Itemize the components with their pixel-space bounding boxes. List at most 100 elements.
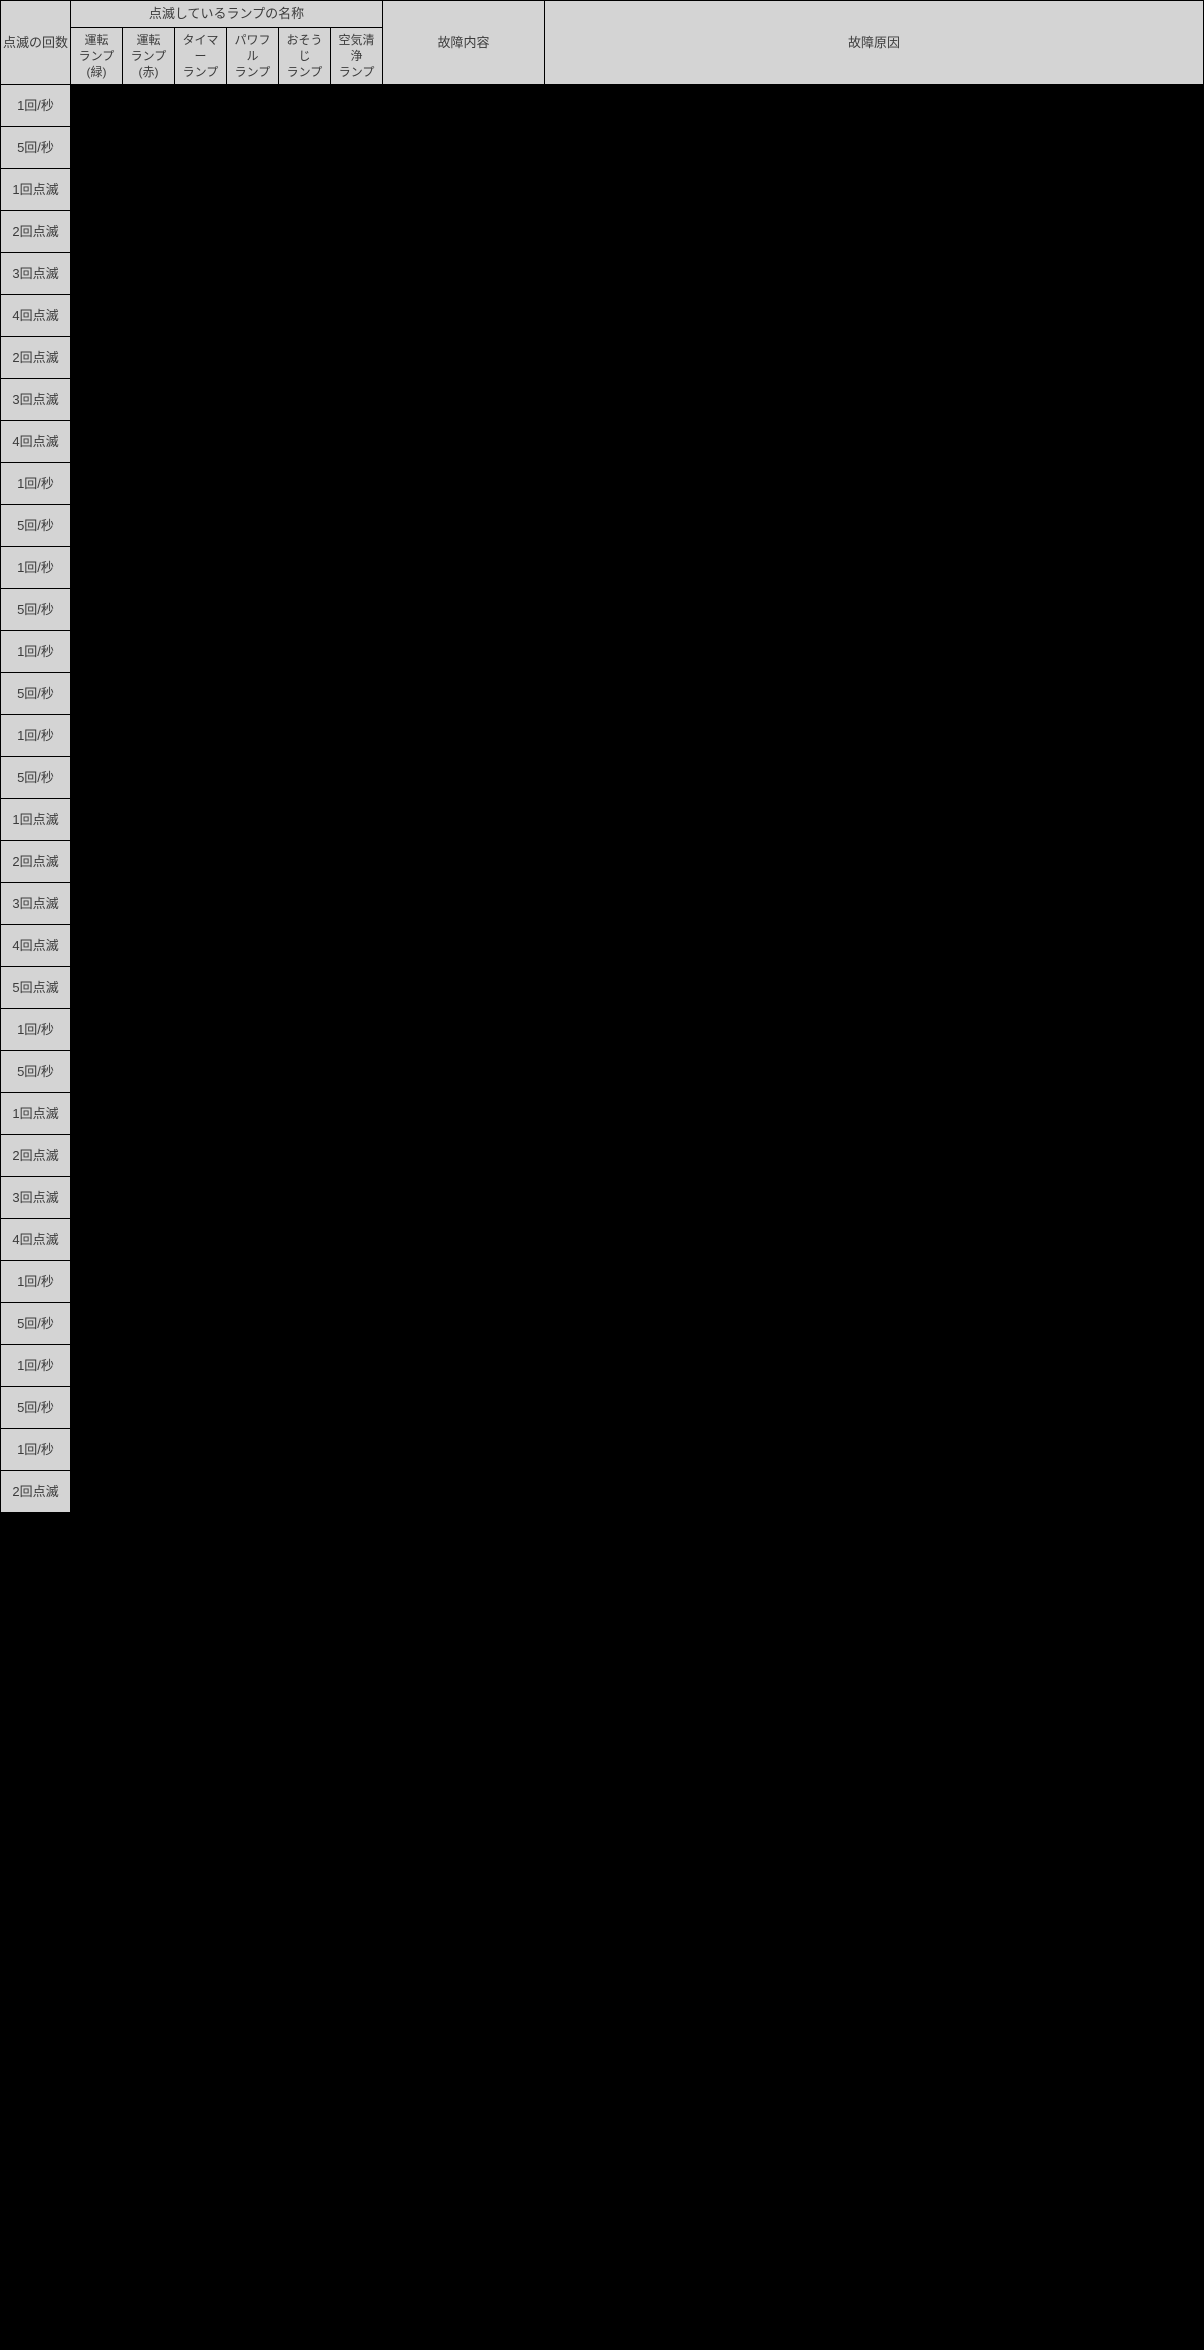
- blink-count: 2回点滅: [1, 211, 71, 253]
- lamp-cell: [227, 631, 279, 673]
- lamp-cell: [331, 337, 383, 379]
- lamp-cell: [123, 1051, 175, 1093]
- fault-cause: [545, 1471, 1204, 1513]
- table-row: 5回/秒: [1, 589, 1204, 631]
- table-row: 5回/秒: [1, 1303, 1204, 1345]
- blink-count: 5回/秒: [1, 1387, 71, 1429]
- header-lamp2: 運転ランプ(赤): [123, 27, 175, 85]
- fault-cause: [545, 169, 1204, 211]
- fault-content: [383, 1303, 545, 1345]
- fault-cause: [545, 925, 1204, 967]
- fault-cause: [545, 1303, 1204, 1345]
- lamp-cell: [279, 715, 331, 757]
- lamp-cell: [175, 85, 227, 127]
- lamp-cell: [279, 295, 331, 337]
- lamp-cell: [331, 85, 383, 127]
- lamp-cell: [331, 841, 383, 883]
- lamp-cell: [227, 1387, 279, 1429]
- lamp-cell: [331, 1261, 383, 1303]
- table-row: 2回点滅: [1, 337, 1204, 379]
- table-row: 5回/秒: [1, 505, 1204, 547]
- lamp-cell: [71, 589, 123, 631]
- lamp-cell: [71, 1345, 123, 1387]
- lamp-cell: [279, 253, 331, 295]
- lamp-cell: [227, 925, 279, 967]
- lamp-cell: [279, 211, 331, 253]
- lamp-cell: [227, 211, 279, 253]
- lamp-cell: [123, 295, 175, 337]
- lamp-cell: [175, 421, 227, 463]
- lamp-cell: [123, 505, 175, 547]
- blink-count: 1回/秒: [1, 1261, 71, 1303]
- blink-count: 1回点滅: [1, 1093, 71, 1135]
- blink-count: 1回/秒: [1, 85, 71, 127]
- fault-content: [383, 883, 545, 925]
- lamp-cell: [227, 421, 279, 463]
- fault-cause: [545, 757, 1204, 799]
- lamp-cell: [279, 547, 331, 589]
- lamp-cell: [175, 463, 227, 505]
- blink-count: 3回点滅: [1, 253, 71, 295]
- lamp-cell: [227, 1135, 279, 1177]
- table-row: 4回点滅: [1, 925, 1204, 967]
- fault-content: [383, 295, 545, 337]
- lamp-cell: [331, 547, 383, 589]
- lamp-cell: [279, 1303, 331, 1345]
- table-row: 1回/秒: [1, 85, 1204, 127]
- blink-count: 2回点滅: [1, 841, 71, 883]
- lamp-cell: [331, 1429, 383, 1471]
- lamp-cell: [279, 1051, 331, 1093]
- fault-content: [383, 1051, 545, 1093]
- lamp-cell: [331, 967, 383, 1009]
- lamp-cell: [279, 757, 331, 799]
- lamp-cell: [227, 505, 279, 547]
- lamp-cell: [71, 925, 123, 967]
- header-content: 故障内容: [383, 1, 545, 85]
- lamp-cell: [279, 1009, 331, 1051]
- lamp-cell: [227, 1303, 279, 1345]
- lamp-cell: [331, 1051, 383, 1093]
- lamp-cell: [123, 253, 175, 295]
- fault-content: [383, 211, 545, 253]
- lamp-cell: [279, 379, 331, 421]
- lamp-cell: [279, 883, 331, 925]
- blink-count: 5回/秒: [1, 127, 71, 169]
- lamp-cell: [331, 1009, 383, 1051]
- lamp-cell: [123, 1219, 175, 1261]
- lamp-cell: [71, 1429, 123, 1471]
- lamp-cell: [175, 1051, 227, 1093]
- lamp-cell: [71, 673, 123, 715]
- lamp-cell: [227, 169, 279, 211]
- lamp-cell: [175, 1303, 227, 1345]
- lamp-cell: [279, 1135, 331, 1177]
- fault-cause: [545, 1219, 1204, 1261]
- blink-count: 5回/秒: [1, 505, 71, 547]
- fault-content: [383, 1177, 545, 1219]
- fault-content: [383, 841, 545, 883]
- lamp-cell: [71, 757, 123, 799]
- lamp-cell: [279, 127, 331, 169]
- table-row: 4回点滅: [1, 421, 1204, 463]
- fault-content: [383, 1009, 545, 1051]
- lamp-cell: [123, 85, 175, 127]
- lamp-cell: [331, 799, 383, 841]
- blink-count: 2回点滅: [1, 1471, 71, 1513]
- lamp-cell: [175, 883, 227, 925]
- lamp-cell: [175, 673, 227, 715]
- lamp-cell: [123, 925, 175, 967]
- fault-cause: [545, 1387, 1204, 1429]
- lamp-cell: [227, 589, 279, 631]
- header-cause: 故障原因: [545, 1, 1204, 85]
- lamp-cell: [331, 673, 383, 715]
- lamp-cell: [175, 1177, 227, 1219]
- fault-content: [383, 547, 545, 589]
- lamp-cell: [331, 1303, 383, 1345]
- table-row: 5回/秒: [1, 673, 1204, 715]
- fault-cause: [545, 295, 1204, 337]
- blink-count: 1回/秒: [1, 463, 71, 505]
- lamp-cell: [71, 463, 123, 505]
- lamp-cell: [279, 85, 331, 127]
- fault-cause: [545, 1261, 1204, 1303]
- table-row: 3回点滅: [1, 883, 1204, 925]
- fault-content: [383, 253, 545, 295]
